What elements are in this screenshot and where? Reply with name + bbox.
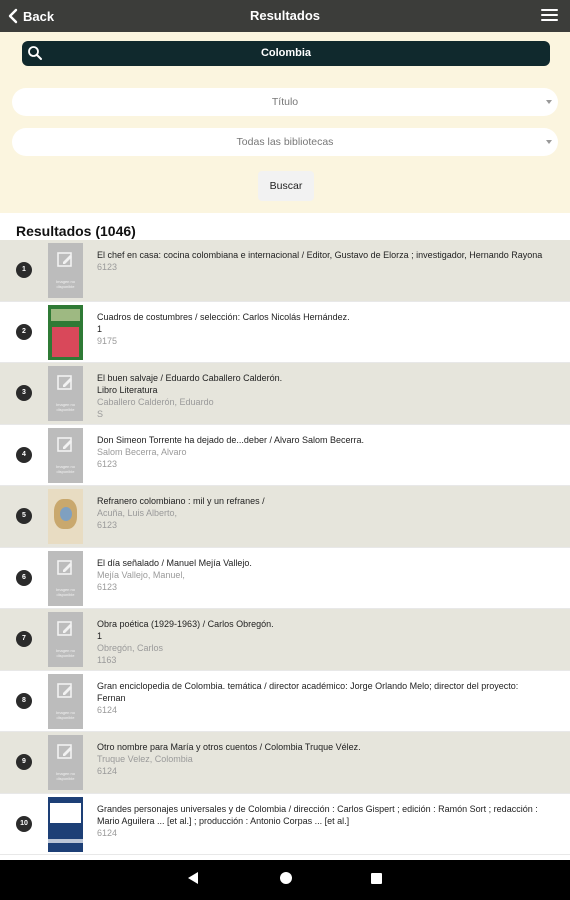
search-panel: Colombia Título Todas las bibliotecas Bu… xyxy=(0,32,570,213)
placeholder-text: Imagen no disponible xyxy=(56,771,75,781)
result-number: 4 xyxy=(16,446,32,463)
result-author: Acuña, Luis Alberto, xyxy=(97,508,178,518)
hamburger-menu-icon[interactable] xyxy=(541,9,558,23)
list-item[interactable]: 1 Imagen no disponible El chef en casa: … xyxy=(0,240,570,302)
library-select-value: Todas las bibliotecas xyxy=(236,136,334,148)
result-number: 5 xyxy=(16,508,32,525)
cover-placeholder: Imagen no disponible xyxy=(48,735,83,790)
app-bar: Back Resultados xyxy=(0,0,570,32)
result-type: Libro Literatura xyxy=(97,385,158,395)
results-heading: Resultados (1046) xyxy=(16,223,136,239)
result-number: 2 xyxy=(16,323,32,340)
result-number: 7 xyxy=(16,631,32,648)
cover-placeholder: Imagen no disponible xyxy=(48,427,83,483)
result-author: Caballero Calderón, Eduardo xyxy=(97,397,214,407)
result-volume: 1 xyxy=(97,323,103,334)
book-cover xyxy=(48,304,83,360)
result-code: 6123 xyxy=(97,458,118,469)
list-item[interactable]: 2 Cuadros de costumbres / selección: Car… xyxy=(0,301,570,363)
placeholder-text: Imagen no disponible xyxy=(56,709,75,720)
edit-image-icon xyxy=(57,682,72,698)
result-title: El chef en casa: cocina colombiana e int… xyxy=(97,250,543,260)
result-title: El día señalado / Manuel Mejía Vallejo. xyxy=(97,557,252,568)
placeholder-text: Imagen no disponible xyxy=(56,586,75,597)
result-author: Obregón, Carlos xyxy=(97,643,164,653)
cover-placeholder: Imagen no disponible xyxy=(48,366,83,421)
list-item[interactable]: 6 Imagen no disponible El día señalado /… xyxy=(0,547,570,609)
cover-placeholder: Imagen no disponible xyxy=(48,673,83,729)
placeholder-text: Imagen no disponible xyxy=(56,648,75,658)
edit-image-icon xyxy=(57,436,72,452)
book-cover xyxy=(48,796,83,852)
result-author: Salom Becerra, Alvaro xyxy=(97,446,187,457)
nav-back-icon[interactable] xyxy=(188,872,198,884)
placeholder-text: Imagen no disponible xyxy=(56,402,75,412)
result-code: 6124 xyxy=(97,827,118,838)
chevron-down-icon xyxy=(546,140,552,144)
cover-placeholder: Imagen no disponible xyxy=(48,612,83,667)
edit-image-icon xyxy=(57,252,72,267)
result-code: 6124 xyxy=(97,704,118,715)
result-author: Truque Velez, Colombia xyxy=(97,754,193,764)
cover-placeholder: Imagen no disponible xyxy=(48,243,83,298)
nav-recents-icon[interactable] xyxy=(371,873,382,884)
system-nav-bar xyxy=(0,860,570,900)
search-query: Colombia xyxy=(260,47,312,59)
result-code: S xyxy=(97,409,104,419)
result-title: Refranero colombiano : mil y un refranes… xyxy=(97,496,265,506)
list-item[interactable]: 3 Imagen no disponible El buen salvaje /… xyxy=(0,363,570,425)
result-title: Grandes personajes universales y de Colo… xyxy=(97,803,538,826)
result-author: Mejía Vallejo, Manuel, xyxy=(97,569,185,580)
nav-home-icon[interactable] xyxy=(280,872,292,884)
result-number: 3 xyxy=(16,385,32,402)
list-item[interactable]: 8 Imagen no disponible Gran enciclopedia… xyxy=(0,670,570,732)
placeholder-text: Imagen no disponible xyxy=(56,279,75,289)
book-cover xyxy=(48,489,83,544)
search-button[interactable]: Buscar xyxy=(258,171,314,201)
result-number: 9 xyxy=(16,754,32,771)
result-title: Cuadros de costumbres / selección: Carlo… xyxy=(97,311,350,322)
result-code: 1163 xyxy=(97,655,117,665)
result-number: 8 xyxy=(16,692,32,709)
edit-image-icon xyxy=(57,621,72,636)
library-select[interactable]: Todas las bibliotecas xyxy=(12,128,558,156)
results-list[interactable]: 1 Imagen no disponible El chef en casa: … xyxy=(0,240,570,860)
list-item[interactable]: 5 Refranero colombiano : mil y un refran… xyxy=(0,486,570,548)
result-code: 9175 xyxy=(97,335,118,346)
result-number: 1 xyxy=(16,262,32,279)
field-select[interactable]: Título xyxy=(12,88,558,116)
result-title: Otro nombre para María y otros cuentos /… xyxy=(97,742,361,752)
result-volume: 1 xyxy=(97,631,103,641)
field-select-value: Título xyxy=(271,96,299,108)
edit-image-icon xyxy=(57,559,72,575)
placeholder-text: Imagen no disponible xyxy=(56,463,75,474)
cover-placeholder: Imagen no disponible xyxy=(48,550,83,606)
result-title: Don Simeon Torrente ha dejado de...deber… xyxy=(97,434,364,445)
edit-image-icon xyxy=(57,375,72,390)
list-item[interactable]: 7 Imagen no disponible Obra poética (192… xyxy=(0,609,570,671)
edit-image-icon xyxy=(57,744,72,759)
result-number: 10 xyxy=(16,815,32,832)
list-item[interactable]: 9 Imagen no disponible Otro nombre para … xyxy=(0,732,570,794)
list-item[interactable]: 10 Grandes personajes universales y de C… xyxy=(0,793,570,855)
chevron-down-icon xyxy=(546,100,552,104)
result-title: Gran enciclopedia de Colombia. temática … xyxy=(97,680,519,703)
result-code: 6123 xyxy=(97,520,118,530)
result-code: 6124 xyxy=(97,766,118,776)
result-code: 6123 xyxy=(97,581,118,592)
page-title: Resultados xyxy=(249,8,321,23)
result-code: 6123 xyxy=(97,262,118,272)
result-title: Obra poética (1929-1963) / Carlos Obregó… xyxy=(97,619,274,629)
list-item[interactable]: 4 Imagen no disponible Don Simeon Torren… xyxy=(0,424,570,486)
search-input[interactable]: Colombia xyxy=(22,41,550,66)
result-number: 6 xyxy=(16,569,32,586)
result-title: El buen salvaje / Eduardo Caballero Cald… xyxy=(97,373,283,383)
